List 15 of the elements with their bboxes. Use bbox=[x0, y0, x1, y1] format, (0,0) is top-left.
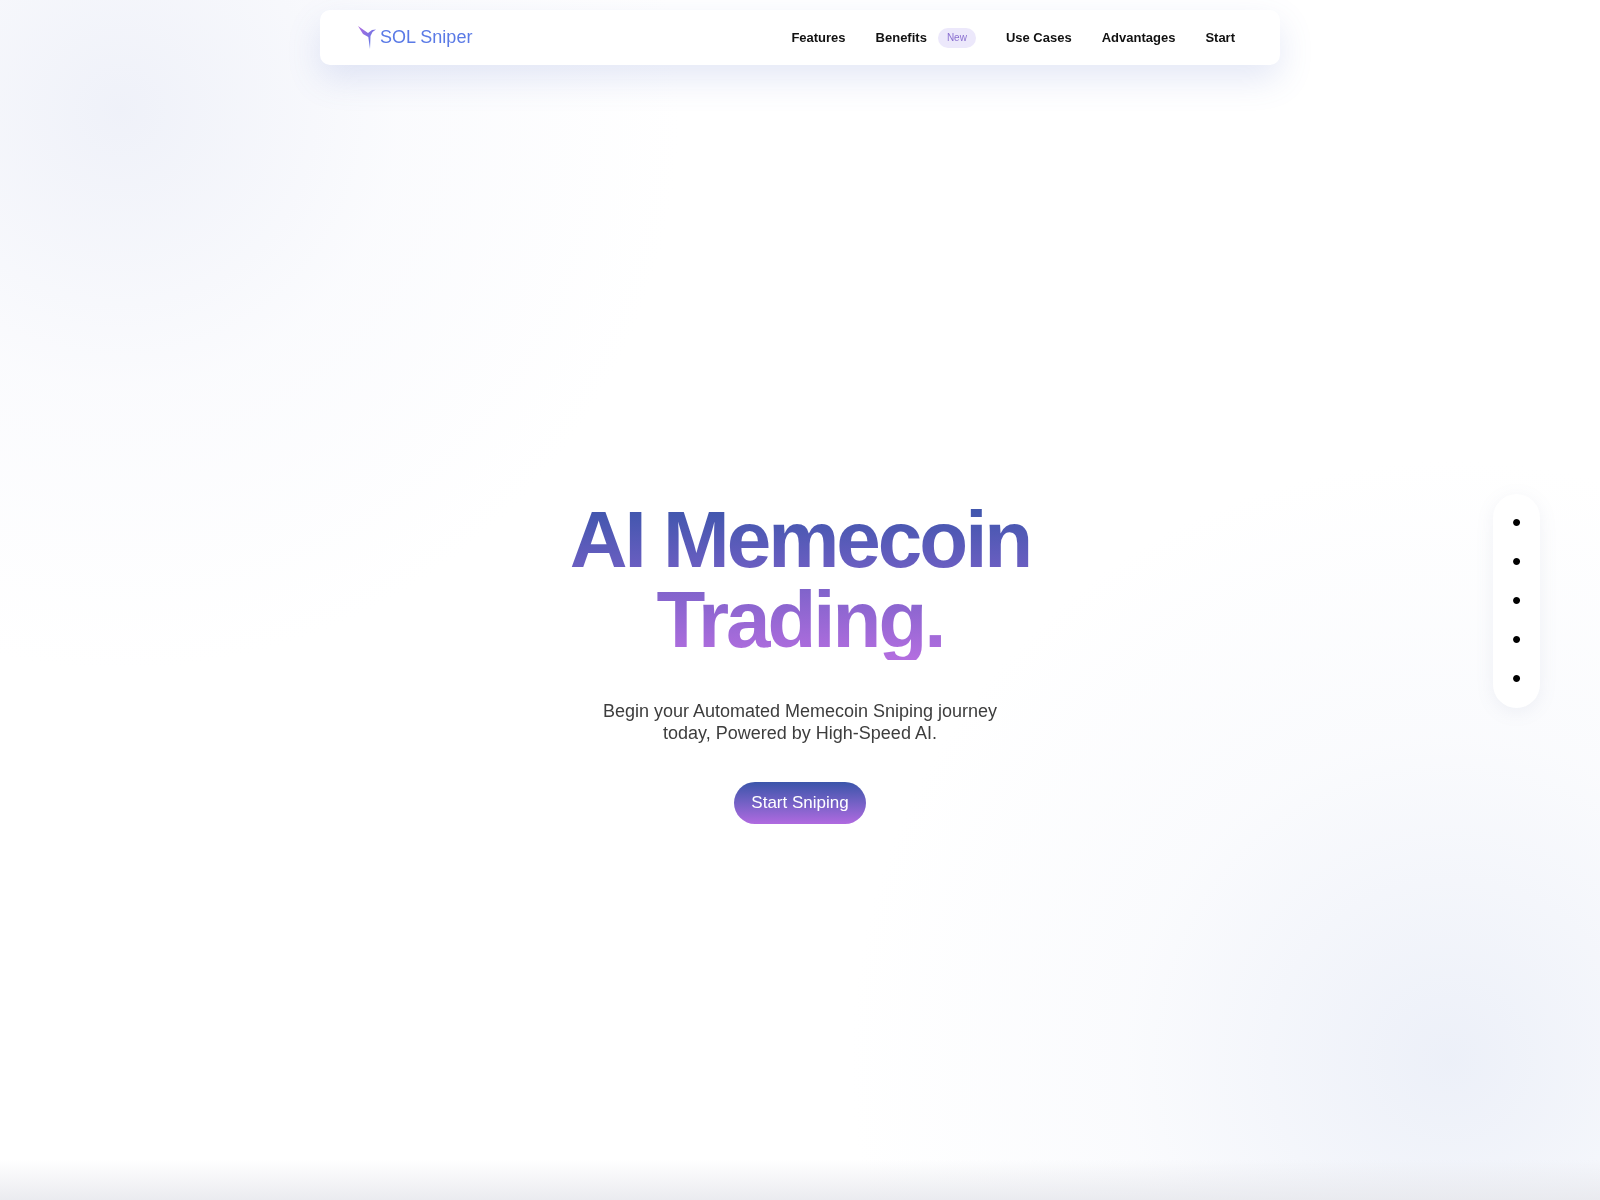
bird-icon bbox=[358, 26, 376, 49]
nav-link[interactable]: Start bbox=[1205, 29, 1235, 46]
section-dot[interactable]: • bbox=[1511, 594, 1522, 606]
hero-subtitle: Begin your Automated Memecoin Sniping journey today, Powered by High-Speed AI. bbox=[601, 701, 999, 745]
start-sniping-button[interactable]: Start Sniping bbox=[734, 782, 866, 825]
nav-badge: New bbox=[937, 27, 976, 48]
nav-link[interactable]: Use Cases bbox=[1005, 29, 1072, 46]
section-dot[interactable]: • bbox=[1511, 516, 1522, 528]
nav-link[interactable]: Benefits bbox=[875, 29, 927, 46]
nav-link[interactable]: Features bbox=[791, 29, 846, 46]
section-dot[interactable]: • bbox=[1511, 633, 1522, 645]
section-dot[interactable]: • bbox=[1511, 555, 1522, 567]
brand-name[interactable]: SOL Sniper bbox=[380, 26, 473, 49]
section-dot[interactable]: • bbox=[1511, 672, 1522, 684]
nav-link[interactable]: Advantages bbox=[1101, 29, 1176, 46]
